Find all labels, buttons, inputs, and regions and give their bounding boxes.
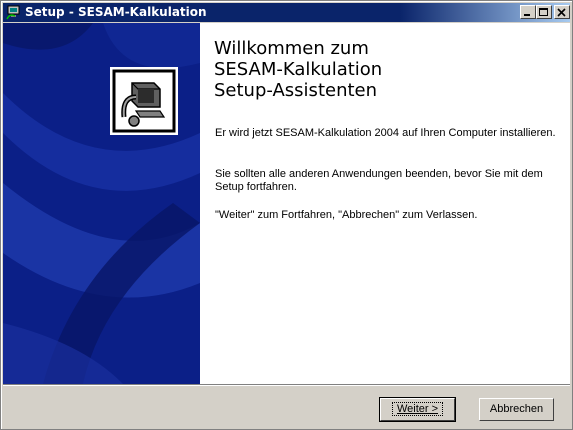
wizard-banner [3,23,200,384]
title-bar[interactable]: Setup - SESAM-Kalkulation [3,3,570,22]
welcome-line-2: SESAM-Kalkulation [214,59,383,80]
welcome-line-3: Setup-Assistenten [214,80,378,101]
wizard-content: Willkommen zum SESAM-Kalkulation Setup-A… [200,23,570,384]
next-button[interactable]: Weiter > [379,397,456,422]
button-separator [3,384,570,386]
welcome-line-1: Willkommen zum [214,38,369,59]
cancel-button-label: Abbrechen [489,403,544,415]
maximize-button[interactable] [536,5,552,19]
cancel-button[interactable]: Abbrechen [479,398,554,421]
welcome-heading: Willkommen zum SESAM-Kalkulation Setup-A… [214,38,382,101]
window-title: Setup - SESAM-Kalkulation [25,5,207,19]
install-info-text: Er wird jetzt SESAM-Kalkulation 2004 auf… [215,127,556,139]
close-button[interactable] [554,5,570,19]
setup-icon [6,5,20,20]
close-apps-text: Sie sollten alle anderen Anwendungen bee… [215,168,543,193]
maximize-icon [539,8,548,16]
computer-install-icon [110,67,178,135]
minimize-button[interactable] [520,5,536,19]
minimize-icon [524,14,530,16]
close-icon [557,8,566,17]
setup-window: Setup - SESAM-Kalkulation Willkommen zum… [0,0,573,430]
next-button-label: Weiter > [391,402,444,416]
instructions-text: "Weiter" zum Fortfahren, "Abbrechen" zum… [215,209,478,221]
